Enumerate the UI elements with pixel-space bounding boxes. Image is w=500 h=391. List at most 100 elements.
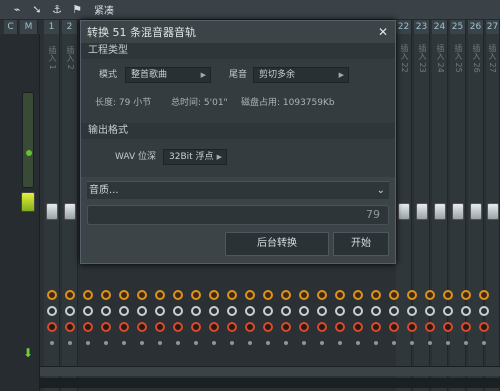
route-dot[interactable] <box>356 341 360 345</box>
send-knob-orange[interactable] <box>281 290 291 300</box>
send-knob-red[interactable] <box>137 322 147 332</box>
route-dot[interactable] <box>212 341 216 345</box>
fader-24[interactable] <box>434 203 446 220</box>
send-knob-orange[interactable] <box>65 290 75 300</box>
send-knob-white[interactable] <box>317 306 327 316</box>
fader-1[interactable] <box>46 203 58 220</box>
send-knob-red[interactable] <box>263 322 273 332</box>
send-knob-red[interactable] <box>119 322 129 332</box>
send-knob-white[interactable] <box>443 306 453 316</box>
send-knob-red[interactable] <box>83 322 93 332</box>
route-dot[interactable] <box>482 341 486 345</box>
send-knob-orange[interactable] <box>407 290 417 300</box>
send-knob-white[interactable] <box>353 306 363 316</box>
send-knob-red[interactable] <box>155 322 165 332</box>
route-dot[interactable] <box>140 341 144 345</box>
route-dot[interactable] <box>122 341 126 345</box>
fader-27[interactable] <box>487 203 499 220</box>
send-knob-red[interactable] <box>227 322 237 332</box>
send-knob-red[interactable] <box>65 322 75 332</box>
fader-23[interactable] <box>416 203 428 220</box>
send-knob-red[interactable] <box>299 322 309 332</box>
layout-label[interactable]: 紧凑 <box>94 2 114 17</box>
send-knob-white[interactable] <box>461 306 471 316</box>
send-knob-orange[interactable] <box>155 290 165 300</box>
send-knob-white[interactable] <box>209 306 219 316</box>
send-knob-orange[interactable] <box>389 290 399 300</box>
send-knob-white[interactable] <box>281 306 291 316</box>
send-knob-red[interactable] <box>191 322 201 332</box>
route-dot[interactable] <box>50 341 54 345</box>
route-dot[interactable] <box>248 341 252 345</box>
send-knob-red[interactable] <box>479 322 489 332</box>
send-knob-red[interactable] <box>209 322 219 332</box>
tail-select[interactable]: 剪切多余 ▶ <box>253 67 349 83</box>
route-dot[interactable] <box>428 341 432 345</box>
route-dot[interactable] <box>284 341 288 345</box>
send-knob-orange[interactable] <box>137 290 147 300</box>
send-knob-orange[interactable] <box>461 290 471 300</box>
send-knob-red[interactable] <box>47 322 57 332</box>
wave-icon[interactable]: ⌁ <box>10 3 24 17</box>
send-knob-white[interactable] <box>479 306 489 316</box>
send-knob-red[interactable] <box>245 322 255 332</box>
route-dot[interactable] <box>374 341 378 345</box>
send-knob-white[interactable] <box>191 306 201 316</box>
route-dot[interactable] <box>194 341 198 345</box>
send-knob-white[interactable] <box>155 306 165 316</box>
send-knob-white[interactable] <box>263 306 273 316</box>
send-knob-white[interactable] <box>245 306 255 316</box>
send-knob-red[interactable] <box>389 322 399 332</box>
send-knob-orange[interactable] <box>101 290 111 300</box>
send-knob-orange[interactable] <box>299 290 309 300</box>
send-knob-orange[interactable] <box>47 290 57 300</box>
route-dot[interactable] <box>158 341 162 345</box>
route-dot[interactable] <box>410 341 414 345</box>
send-knob-white[interactable] <box>137 306 147 316</box>
send-knob-orange[interactable] <box>479 290 489 300</box>
start-button[interactable]: 开始 <box>333 232 389 256</box>
route-dot[interactable] <box>320 341 324 345</box>
send-knob-white[interactable] <box>407 306 417 316</box>
route-dot[interactable] <box>302 341 306 345</box>
route-dot[interactable] <box>86 341 90 345</box>
send-knob-orange[interactable] <box>245 290 255 300</box>
quality-dropdown[interactable]: 音质... ⌄ <box>87 181 389 199</box>
send-knob-white[interactable] <box>83 306 93 316</box>
anchor-icon[interactable]: ⚓ <box>50 3 64 17</box>
send-knob-orange[interactable] <box>443 290 453 300</box>
background-render-button[interactable]: 后台转换 <box>225 232 329 256</box>
send-knob-red[interactable] <box>407 322 417 332</box>
flag-icon[interactable]: ⚑ <box>70 3 84 17</box>
send-knob-red[interactable] <box>353 322 363 332</box>
route-dot[interactable] <box>464 341 468 345</box>
send-knob-white[interactable] <box>101 306 111 316</box>
send-knob-white[interactable] <box>425 306 435 316</box>
fader-26[interactable] <box>470 203 482 220</box>
route-dot[interactable] <box>104 341 108 345</box>
send-knob-orange[interactable] <box>353 290 363 300</box>
send-knob-white[interactable] <box>335 306 345 316</box>
send-knob-white[interactable] <box>227 306 237 316</box>
mode-select[interactable]: 整首歌曲 ▶ <box>125 67 211 83</box>
fader-25[interactable] <box>452 203 464 220</box>
send-knob-red[interactable] <box>443 322 453 332</box>
send-knob-orange[interactable] <box>263 290 273 300</box>
route-dot[interactable] <box>68 341 72 345</box>
send-knob-orange[interactable] <box>173 290 183 300</box>
send-knob-orange[interactable] <box>119 290 129 300</box>
route-dot[interactable] <box>176 341 180 345</box>
send-knob-red[interactable] <box>173 322 183 332</box>
close-icon[interactable]: ✕ <box>375 24 391 40</box>
send-knob-red[interactable] <box>101 322 111 332</box>
send-knob-red[interactable] <box>317 322 327 332</box>
send-knob-orange[interactable] <box>335 290 345 300</box>
send-knob-white[interactable] <box>173 306 183 316</box>
wav-bitdepth-select[interactable]: 32Bit 浮点 ▶ <box>163 149 227 165</box>
master-volume-fader[interactable] <box>21 192 35 212</box>
route-dot[interactable] <box>338 341 342 345</box>
send-knob-red[interactable] <box>335 322 345 332</box>
arrow-down-icon[interactable]: ⬇ <box>22 347 34 359</box>
send-knob-red[interactable] <box>461 322 471 332</box>
send-knob-orange[interactable] <box>83 290 93 300</box>
